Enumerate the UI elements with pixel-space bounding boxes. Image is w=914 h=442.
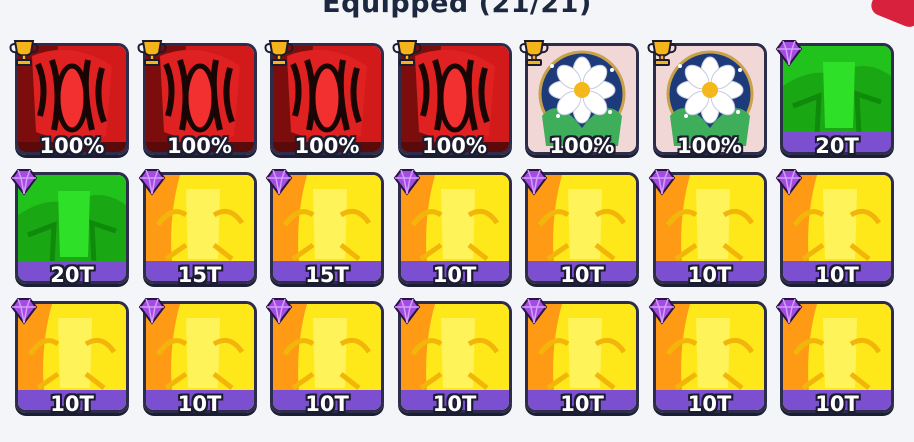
pet-stat-label: 10T xyxy=(432,392,477,416)
gem-icon xyxy=(263,167,295,197)
pet-stat-label: 100% xyxy=(167,134,232,158)
gem-icon xyxy=(646,167,678,197)
gem-icon xyxy=(263,296,295,326)
pet-stat-label: 100% xyxy=(677,134,742,158)
pet-card-green-pet[interactable]: 20T xyxy=(775,40,894,158)
pet-stat-label: 20T xyxy=(815,134,859,158)
pet-card-yellow-pet[interactable]: 10T xyxy=(393,298,512,416)
pet-card-green-pet[interactable]: 20T xyxy=(10,169,129,287)
gem-icon xyxy=(136,296,168,326)
pet-card-yellow-pet[interactable]: 10T xyxy=(520,169,639,287)
pet-stat-label: 10T xyxy=(305,392,349,416)
pet-card-red-pet[interactable]: 100% xyxy=(392,40,512,158)
pet-stat-label: 10T xyxy=(560,392,604,416)
pet-stat-label: 10T xyxy=(815,392,859,416)
pet-card-yellow-pet[interactable]: 15T xyxy=(138,169,257,287)
pet-card-yellow-pet[interactable]: 10T xyxy=(775,298,894,416)
pet-card-flower-pet[interactable]: 100% xyxy=(647,40,767,158)
pet-card-red-pet[interactable]: 100% xyxy=(137,40,257,158)
pet-stat-label: 100% xyxy=(294,134,360,158)
gem-icon xyxy=(773,167,805,197)
trophy-icon xyxy=(136,38,168,68)
trophy-icon xyxy=(8,38,40,68)
gem-icon xyxy=(136,167,168,197)
pet-card-yellow-pet[interactable]: 10T xyxy=(10,298,129,416)
trophy-icon xyxy=(646,38,678,68)
pet-stat-label: 10T xyxy=(50,392,94,416)
pet-stat-label: 10T xyxy=(815,263,859,287)
gem-icon xyxy=(773,296,805,326)
pet-card-red-pet[interactable]: 100% xyxy=(264,40,384,158)
gem-icon xyxy=(518,167,550,197)
pet-card-yellow-pet[interactable]: 10T xyxy=(393,169,512,287)
pet-stat-label: 10T xyxy=(432,263,477,287)
gem-icon xyxy=(8,296,40,326)
pet-stat-label: 10T xyxy=(687,263,732,287)
equipped-title: Equipped (21/21) xyxy=(322,0,592,19)
pet-stat-label: 10T xyxy=(177,392,222,416)
pet-card-red-pet[interactable]: 100% xyxy=(9,40,129,158)
pet-card-yellow-pet[interactable]: 10T xyxy=(138,298,257,416)
gem-icon xyxy=(391,296,423,326)
pet-stat-label: 15T xyxy=(305,263,349,287)
trophy-icon xyxy=(391,38,423,68)
gem-icon xyxy=(391,167,423,197)
pet-card-yellow-pet[interactable]: 10T xyxy=(648,298,767,416)
pet-card-yellow-pet[interactable]: 10T xyxy=(265,298,384,416)
gem-icon xyxy=(518,296,550,326)
gem-icon xyxy=(773,38,805,68)
pet-stat-label: 10T xyxy=(560,263,604,287)
pet-card-yellow-pet[interactable]: 15T xyxy=(265,169,384,287)
pet-card-flower-pet[interactable]: 100% xyxy=(519,40,639,158)
gem-icon xyxy=(8,167,40,197)
pet-card-yellow-pet[interactable]: 10T xyxy=(648,169,767,287)
pet-card-yellow-pet[interactable]: 10T xyxy=(775,169,894,287)
trophy-icon xyxy=(518,38,550,68)
trophy-icon xyxy=(263,38,295,68)
pet-stat-label: 15T xyxy=(177,263,222,287)
pet-stat-label: 100% xyxy=(39,134,105,158)
pet-stat-label: 100% xyxy=(549,134,615,158)
gem-icon xyxy=(646,296,678,326)
pet-stat-label: 100% xyxy=(422,134,487,158)
pet-stat-label: 20T xyxy=(50,263,94,287)
pet-stat-label: 10T xyxy=(687,392,732,416)
pet-card-yellow-pet[interactable]: 10T xyxy=(520,298,639,416)
